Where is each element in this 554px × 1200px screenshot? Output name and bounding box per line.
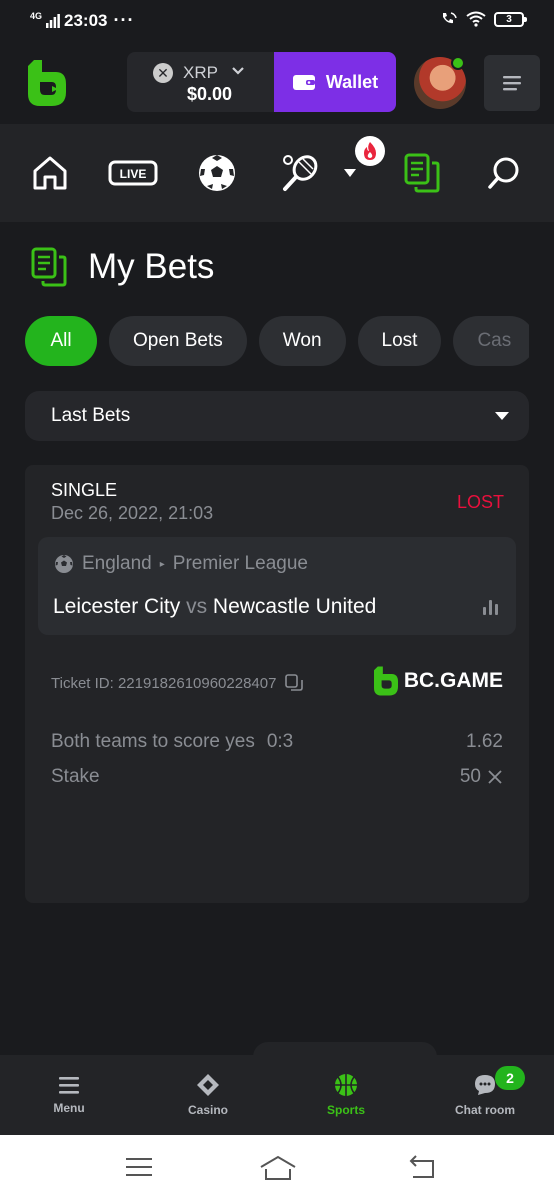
breadcrumb-arrow-icon: ▸ xyxy=(159,558,165,570)
page-title: My Bets xyxy=(88,247,215,286)
home-icon xyxy=(33,156,67,190)
wallet-button[interactable]: Wallet xyxy=(274,52,396,112)
side-menu-button[interactable] xyxy=(484,55,540,111)
bet-status-badge: LOST xyxy=(456,492,504,512)
balance-selector[interactable]: ✕ XRP $0.00 xyxy=(127,52,275,112)
x-coin-icon: ✕ xyxy=(153,63,173,83)
tab-menu[interactable]: Menu xyxy=(19,1055,119,1135)
filter-lost[interactable]: Lost xyxy=(357,316,442,366)
event-league-name: Premier League xyxy=(172,553,308,574)
filter-casino[interactable]: Cas xyxy=(453,316,529,366)
tab-chat-label: Chat room xyxy=(455,1103,515,1117)
nav-my-bets[interactable] xyxy=(400,150,444,196)
online-status-dot xyxy=(451,56,465,70)
tab-sports[interactable]: Sports xyxy=(296,1055,396,1135)
wallet-label: Wallet xyxy=(325,71,379,92)
basketball-icon xyxy=(335,1074,357,1096)
status-bar: 4G 23:03 ··· 3 xyxy=(0,0,554,44)
more-dropdown-icon xyxy=(344,169,356,177)
bets-range-select[interactable]: Last Bets xyxy=(25,391,529,441)
search-icon xyxy=(488,157,519,189)
signal-icon xyxy=(46,13,60,28)
brand-name: BC.GAME xyxy=(403,669,503,692)
selection-label: Both teams to score yes xyxy=(51,731,255,752)
home-button-icon[interactable] xyxy=(259,1155,297,1181)
soccer-ball-icon xyxy=(55,555,73,573)
chat-unread-badge: 2 xyxy=(495,1066,525,1090)
clock: 23:03 xyxy=(64,10,108,30)
chat-icon xyxy=(475,1075,495,1095)
tab-menu-label: Menu xyxy=(53,1101,85,1115)
bet-type: SINGLE xyxy=(51,480,118,500)
bc-game-logo xyxy=(373,666,398,696)
currency-label: XRP xyxy=(183,63,218,82)
sports-nav: LIVE xyxy=(0,124,554,222)
tab-casino-label: Casino xyxy=(187,1103,228,1117)
event-country: England xyxy=(82,553,152,574)
bet-date: Dec 26, 2022, 21:03 xyxy=(51,503,214,523)
home-team: Leicester City xyxy=(53,595,181,618)
tennis-icon xyxy=(283,155,318,191)
volte-call-icon xyxy=(443,12,457,24)
event-teams: Leicester City vs Newcastle United xyxy=(53,595,376,619)
bet-filter-tabs: All Open Bets Won Lost Cas xyxy=(25,316,529,366)
filter-all[interactable]: All xyxy=(25,316,97,366)
nav-tennis[interactable] xyxy=(278,150,322,196)
live-label: LIVE xyxy=(120,167,147,181)
bet-card[interactable]: SINGLE Dec 26, 2022, 21:03 LOST England … xyxy=(25,465,529,903)
hamburger-icon xyxy=(503,76,521,91)
tab-sports-label: Sports xyxy=(326,1103,365,1117)
filter-won[interactable]: Won xyxy=(258,316,346,366)
live-icon: LIVE xyxy=(108,160,158,186)
odds-value: 1.62 xyxy=(466,731,503,752)
brand-logo: BC.GAME xyxy=(373,666,503,696)
x-coin-icon xyxy=(488,770,502,784)
vs-label: vs xyxy=(186,595,208,618)
filter-open-bets[interactable]: Open Bets xyxy=(109,316,247,366)
ticket-id-text: Ticket ID: 2219182610960228407 xyxy=(51,674,277,692)
caret-down-icon xyxy=(495,412,509,420)
bets-range-value: Last Bets xyxy=(51,405,131,426)
stats-icon[interactable] xyxy=(483,600,498,615)
chevron-down-icon xyxy=(232,67,244,75)
notification-dots: ··· xyxy=(113,10,135,30)
my-bets-icon xyxy=(404,153,440,193)
battery-icon: 3 xyxy=(494,11,527,27)
tab-chat-room[interactable]: Chat room xyxy=(435,1055,535,1135)
wallet-icon xyxy=(292,75,315,90)
nav-home[interactable] xyxy=(28,150,72,196)
my-bets-icon xyxy=(31,247,67,287)
selection-row: Both teams to score yes 0:3 1.62 xyxy=(51,731,503,753)
event-league: England ▸ Premier League xyxy=(54,553,308,575)
back-icon[interactable] xyxy=(407,1155,437,1181)
event-panel[interactable]: England ▸ Premier League Leicester City … xyxy=(38,537,516,635)
hot-badge[interactable] xyxy=(355,136,385,166)
soccer-ball-icon xyxy=(199,155,235,191)
away-team: Newcastle United xyxy=(212,595,377,618)
app-header: ✕ XRP $0.00 Wallet xyxy=(0,44,554,124)
nav-soccer[interactable] xyxy=(195,150,239,196)
balance-amount: $0.00 xyxy=(187,84,233,104)
stake-label: Stake xyxy=(51,766,100,787)
casino-icon xyxy=(197,1074,219,1096)
network-indicator: 4G xyxy=(30,11,43,21)
system-nav-bar xyxy=(0,1135,554,1200)
nav-search[interactable] xyxy=(484,150,524,196)
stake-row: Stake 50 xyxy=(51,766,503,788)
ticket-id: Ticket ID: 2219182610960228407 xyxy=(51,673,304,693)
nav-live[interactable]: LIVE xyxy=(108,150,158,196)
menu-icon xyxy=(59,1077,79,1094)
bottom-tab-bar: Menu Casino Sports Chat room xyxy=(0,1055,554,1135)
wifi-icon xyxy=(466,11,486,27)
stake-value: 50 xyxy=(459,766,481,787)
recent-apps-icon[interactable] xyxy=(125,1155,153,1179)
bc-game-logo[interactable] xyxy=(28,60,66,106)
page-header: My Bets xyxy=(30,246,214,288)
fire-icon xyxy=(364,142,376,160)
stake-amount: 50 xyxy=(460,766,503,788)
copy-icon[interactable] xyxy=(284,673,304,693)
tab-casino[interactable]: Casino xyxy=(158,1055,258,1135)
final-score: 0:3 xyxy=(266,731,294,752)
